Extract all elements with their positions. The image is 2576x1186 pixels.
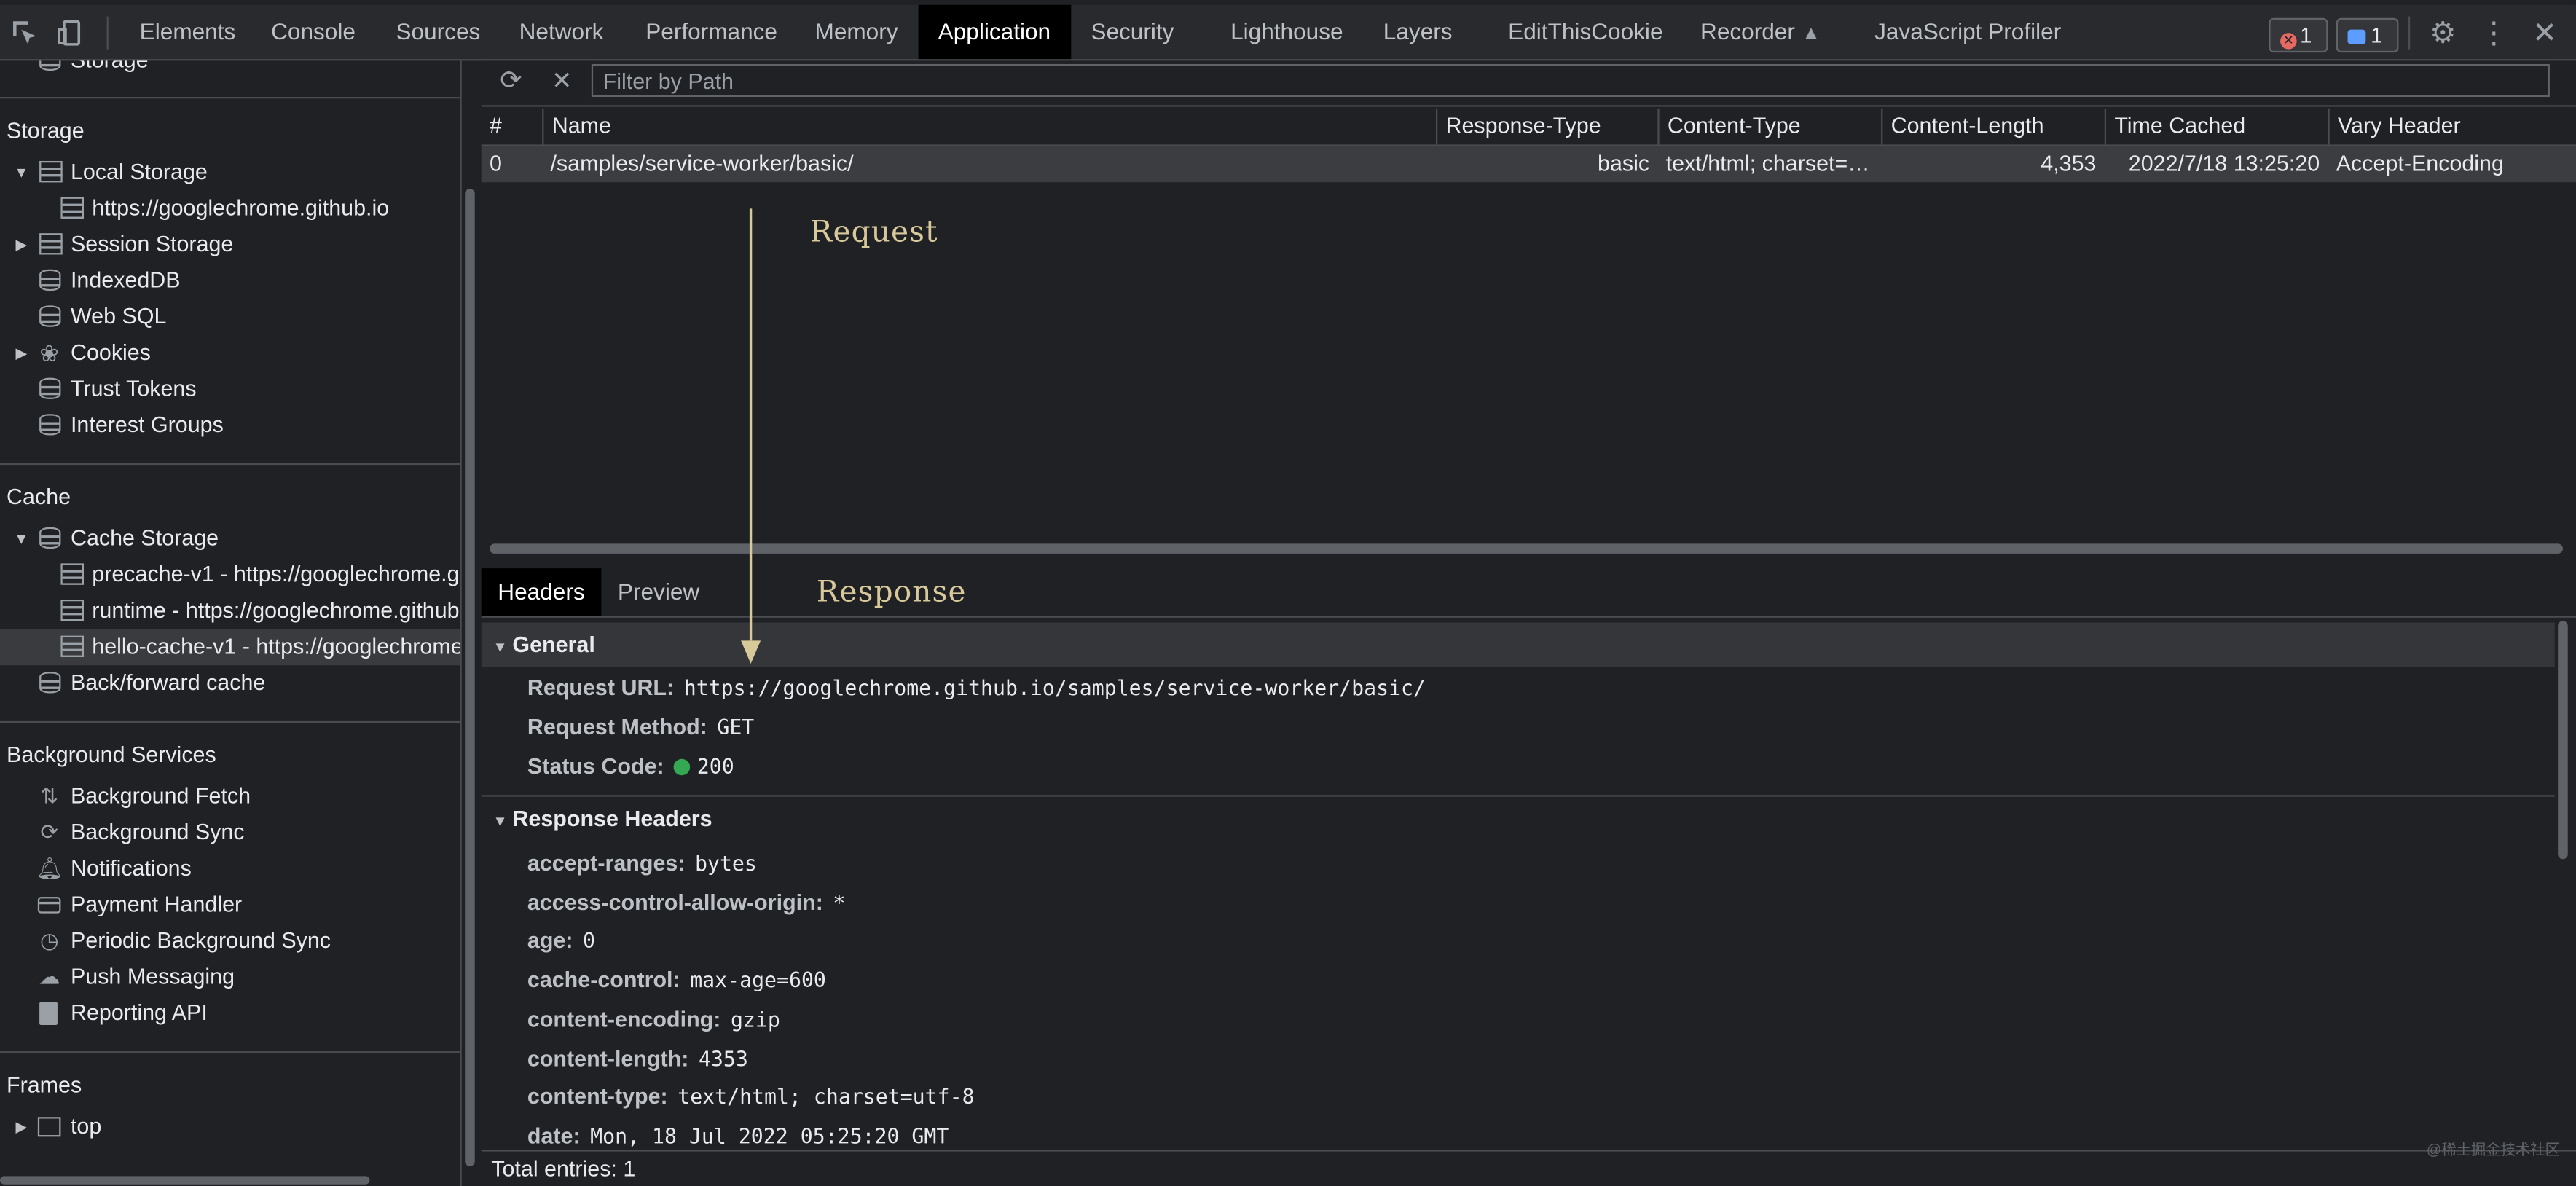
devtools-window: Elements Console Sources Network Perform… [0, 0, 2576, 1186]
annotation-arrow [741, 208, 761, 664]
annotation-response-label: Response [816, 575, 967, 610]
watermark: @稀土掘金技术社区 [2426, 1142, 2560, 1158]
annotation-request-label: Request [809, 215, 938, 250]
